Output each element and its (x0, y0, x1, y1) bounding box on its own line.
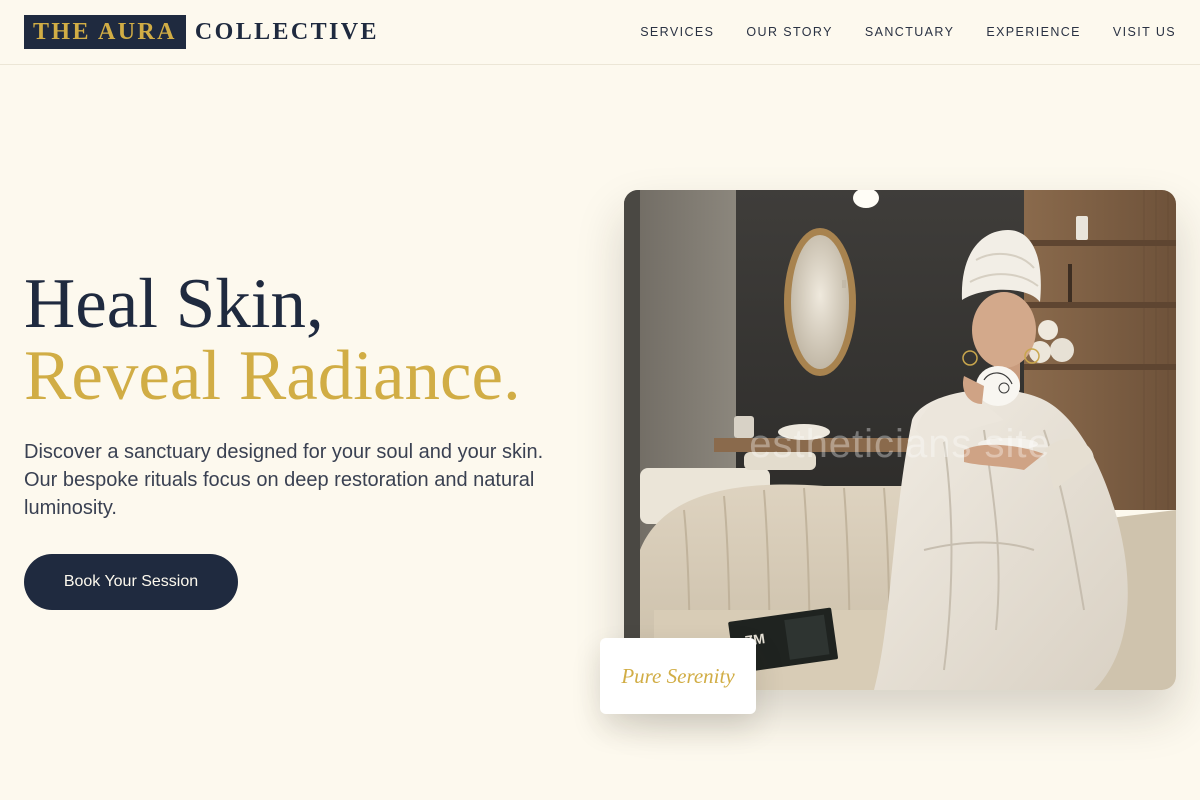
site-header: THE AURA COLLECTIVE SERVICES OUR STORY S… (0, 0, 1200, 65)
brand-logo-mark: THE AURA (24, 15, 186, 49)
nav-item: EXPERIENCE (986, 24, 1081, 40)
hero-title-line1: Heal Skin, (24, 265, 324, 343)
nav-item: SANCTUARY (865, 24, 954, 40)
nav-item: VISIT US (1113, 24, 1176, 40)
nav-link-services[interactable]: SERVICES (640, 24, 714, 40)
nav-item: OUR STORY (746, 24, 832, 40)
nav-link-sanctuary[interactable]: SANCTUARY (865, 24, 954, 40)
image-watermark: estheticians site (749, 422, 1051, 466)
brand-logo-word: COLLECTIVE (194, 19, 379, 45)
book-session-button[interactable]: Book Your Session (24, 554, 238, 610)
brand-logo[interactable]: THE AURA COLLECTIVE (24, 15, 379, 49)
nav-link-visit-us[interactable]: VISIT US (1113, 24, 1176, 40)
pure-serenity-badge: Pure Serenity (600, 638, 756, 714)
nav-link-our-story[interactable]: OUR STORY (746, 24, 832, 40)
hero-title: Heal Skin, Reveal Radiance. (24, 268, 584, 412)
nav-list: SERVICES OUR STORY SANCTUARY EXPERIENCE … (640, 24, 1176, 40)
hero-title-line2: Reveal Radiance. (24, 337, 521, 415)
nav-link-experience[interactable]: EXPERIENCE (986, 24, 1081, 40)
hero-description: Discover a sanctuary designed for your s… (24, 441, 544, 519)
nav-item: SERVICES (640, 24, 714, 40)
hero-photo: ZM (624, 190, 1176, 690)
badge-label: Pure Serenity (621, 663, 735, 688)
